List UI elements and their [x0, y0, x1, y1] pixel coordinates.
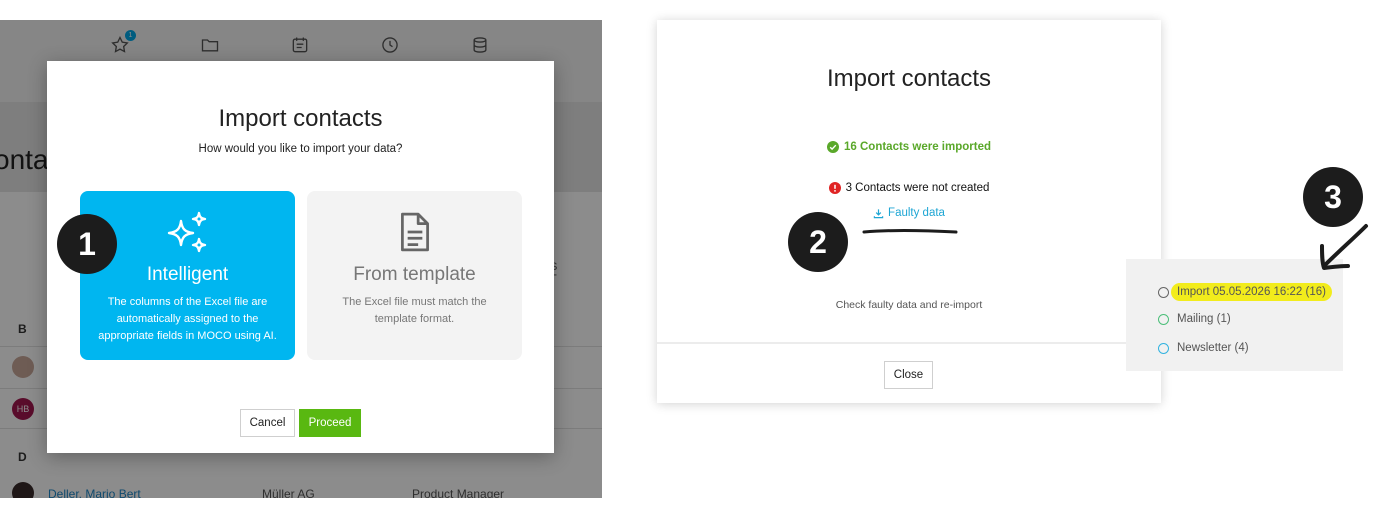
- cancel-button[interactable]: Cancel: [240, 409, 295, 437]
- option-title: Intelligent: [146, 264, 229, 285]
- hand-drawn-arrow-icon: [1320, 224, 1368, 270]
- modal-title: Import contacts: [218, 105, 383, 132]
- modal-title: Import contacts: [826, 65, 992, 92]
- step-marker-1: 1: [57, 214, 117, 274]
- composite-stage: 1 ontac S T B HB D Deller, Mario Bert Mü…: [0, 0, 1400, 525]
- close-button[interactable]: Close: [884, 361, 933, 389]
- option-intelligent[interactable]: Intelligent The columns of the Excel fil…: [80, 191, 295, 360]
- modal-subtitle: How would you like to import your data?: [198, 143, 403, 155]
- success-text: 16 Contacts were imported: [844, 141, 991, 153]
- option-description: The Excel file must match the template f…: [342, 296, 487, 325]
- list-item-newsletter[interactable]: Newsletter (4): [1158, 342, 1249, 354]
- option-title: From template: [353, 264, 476, 285]
- list-item-import[interactable]: Import 05.05.2026 16:22 (16): [1158, 283, 1332, 301]
- import-method-modal: Import contacts How would you like to im…: [47, 61, 554, 453]
- step-marker-2: 2: [788, 212, 848, 272]
- reimport-hint: Check faulty data and re-import: [835, 299, 983, 311]
- import-success-status: 16 Contacts were imported: [657, 141, 1161, 153]
- radio-icon: [1158, 313, 1169, 325]
- faulty-data-download-link[interactable]: Faulty data: [657, 207, 1161, 219]
- faulty-data-label: Faulty data: [888, 207, 945, 219]
- option-from-template[interactable]: From template The Excel file must match …: [307, 191, 522, 360]
- check-circle-icon: [827, 141, 839, 153]
- contact-groups-list: Import 05.05.2026 16:22 (16) Mailing (1)…: [1126, 259, 1343, 371]
- list-item-label: Mailing (1): [1177, 313, 1231, 325]
- error-text: 3 Contacts were not created: [845, 182, 990, 194]
- option-description: The columns of the Excel file are automa…: [98, 296, 277, 342]
- proceed-button[interactable]: Proceed: [299, 409, 361, 437]
- hand-drawn-underline: [862, 229, 958, 234]
- radio-icon: [1158, 286, 1169, 298]
- list-item-mailing[interactable]: Mailing (1): [1158, 313, 1231, 325]
- radio-icon: [1158, 342, 1169, 354]
- step-marker-3: 3: [1303, 167, 1363, 227]
- import-error-status: 3 Contacts were not created: [657, 182, 1161, 194]
- error-circle-icon: [828, 182, 841, 194]
- download-icon: [873, 208, 884, 218]
- import-result-modal: Import contacts 16 Contacts were importe…: [657, 20, 1161, 403]
- modal-footer-divider: [657, 342, 1161, 344]
- list-item-label: Newsletter (4): [1177, 342, 1249, 354]
- document-icon: [307, 211, 522, 253]
- list-item-label: Import 05.05.2026 16:22 (16): [1171, 283, 1332, 301]
